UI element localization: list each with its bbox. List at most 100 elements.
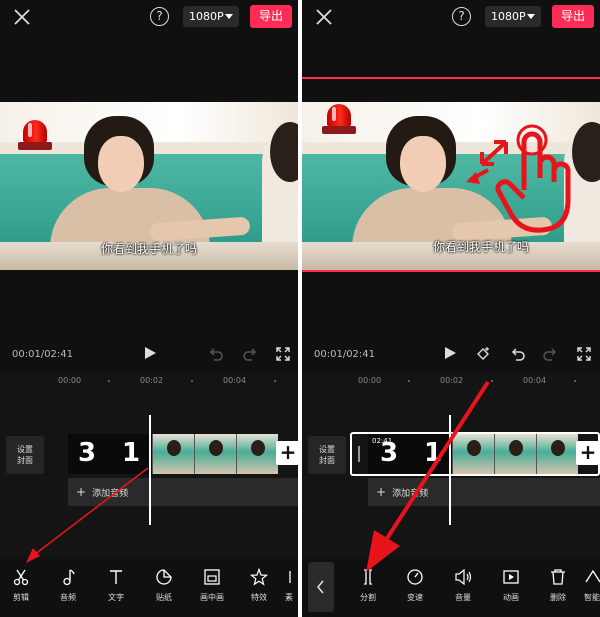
- back-button[interactable]: [308, 562, 334, 612]
- resolution-value: 1080P: [491, 10, 526, 23]
- tool-label: 音量: [455, 593, 471, 602]
- video-preview[interactable]: 你看到我手机了吗: [302, 102, 600, 270]
- speed-icon: [407, 569, 423, 585]
- add-audio-button[interactable]: + 添加音频: [68, 478, 298, 506]
- add-audio-button[interactable]: + 添加音频: [368, 478, 600, 506]
- ruler-tick-0: 00:00: [358, 376, 382, 385]
- tool-smart[interactable]: 智能: [584, 568, 600, 603]
- chevron-left-icon: [316, 580, 324, 594]
- set-cover-button[interactable]: 设置 封面: [6, 436, 44, 474]
- add-clip-button[interactable]: +: [276, 441, 298, 465]
- ruler-dot: [408, 380, 410, 382]
- top-bar: ? 1080P 导出: [0, 0, 298, 34]
- tool-effects[interactable]: 特效: [241, 568, 277, 603]
- selection-border-top: [302, 77, 600, 79]
- clip-duration: 02:41: [372, 437, 393, 445]
- clip-thumbnail: [194, 434, 236, 474]
- tool-label: 贴纸: [156, 593, 172, 602]
- tool-label: 画中画: [200, 593, 224, 602]
- playhead[interactable]: [449, 415, 451, 525]
- tool-label: 变速: [407, 593, 423, 602]
- subtitle-text: 你看到我手机了吗: [432, 240, 529, 254]
- delete-icon: [551, 569, 565, 585]
- cover-label-line1: 设置: [17, 445, 33, 454]
- clip-thumbnail: [152, 434, 194, 474]
- tool-animation[interactable]: 动画: [493, 568, 529, 603]
- playhead[interactable]: [149, 415, 151, 525]
- top-bar: ? 1080P 导出: [302, 0, 600, 34]
- fullscreen-icon[interactable]: [576, 346, 592, 362]
- set-cover-button[interactable]: 设置 封面: [308, 436, 346, 474]
- tool-material[interactable]: 素: [280, 568, 298, 603]
- editor-panel-right: ? 1080P 导出 你看到我手机了吗 00:01/02:41 00:00 00…: [302, 0, 600, 617]
- close-icon[interactable]: [314, 7, 334, 27]
- picture-in-picture-icon: [204, 569, 220, 585]
- tool-label: 素: [285, 593, 293, 602]
- tool-delete[interactable]: 删除: [540, 568, 576, 603]
- tool-sticker[interactable]: 贴纸: [146, 568, 182, 603]
- tool-audio[interactable]: 音频: [50, 568, 86, 603]
- redo-icon[interactable]: [242, 346, 258, 362]
- undo-icon[interactable]: [208, 346, 224, 362]
- tool-label: 智能: [584, 593, 600, 602]
- cover-label-line2: 封面: [17, 456, 33, 465]
- resolution-select[interactable]: 1080P: [183, 6, 239, 27]
- tool-label: 特效: [251, 593, 267, 602]
- help-icon[interactable]: ?: [452, 7, 471, 26]
- ruler-dot: [108, 380, 110, 382]
- resolution-value: 1080P: [189, 10, 224, 23]
- resolution-select[interactable]: 1080P: [485, 6, 541, 27]
- ruler-tick-2: 00:04: [523, 376, 547, 385]
- ruler-tick-2: 00:04: [223, 376, 247, 385]
- scene-girl-face: [98, 136, 144, 192]
- trim-handle[interactable]: [358, 446, 360, 462]
- animation-icon: [503, 570, 519, 584]
- help-icon[interactable]: ?: [150, 7, 169, 26]
- video-clip-track[interactable]: 3 1: [68, 434, 298, 474]
- tool-edit[interactable]: 剪辑: [3, 568, 39, 603]
- text-icon: [110, 570, 122, 584]
- play-icon[interactable]: [145, 347, 156, 359]
- split-icon: [364, 569, 372, 585]
- tool-speed[interactable]: 变速: [397, 568, 433, 603]
- material-icon: [289, 571, 291, 583]
- video-preview[interactable]: 你看到我手机了吗: [0, 102, 298, 270]
- fullscreen-icon[interactable]: [275, 346, 291, 362]
- add-audio-label: 添加音频: [92, 489, 129, 499]
- add-clip-button[interactable]: +: [576, 441, 600, 465]
- intro-clip[interactable]: 3 1: [68, 434, 152, 474]
- volume-icon: [455, 568, 472, 586]
- caret-down-icon: [225, 14, 233, 19]
- undo-icon[interactable]: [510, 346, 526, 362]
- close-icon[interactable]: [12, 7, 32, 27]
- export-button[interactable]: 导出: [250, 5, 292, 28]
- tool-split[interactable]: 分割: [350, 568, 386, 603]
- playback-time: 00:01/02:41: [12, 349, 74, 360]
- clip-thumbnail: [236, 434, 278, 474]
- music-note-icon: [63, 569, 75, 586]
- ruler-tick-1: 00:02: [440, 376, 464, 385]
- tool-pip[interactable]: 画中画: [194, 568, 230, 603]
- ruler-tick-1: 00:02: [140, 376, 164, 385]
- playback-time: 00:01/02:41: [314, 349, 376, 360]
- export-button[interactable]: 导出: [552, 5, 594, 28]
- tool-volume[interactable]: 音量: [445, 568, 481, 603]
- tool-label: 删除: [550, 593, 566, 602]
- play-icon[interactable]: [445, 347, 456, 359]
- tool-label: 文字: [108, 593, 124, 602]
- tool-text[interactable]: 文字: [98, 568, 134, 603]
- intro-digit-1: 1: [122, 438, 141, 468]
- plus-icon: +: [76, 485, 87, 499]
- cover-label-line1: 设置: [319, 445, 335, 454]
- ruler-dot: [491, 380, 493, 382]
- smart-icon: [585, 569, 600, 583]
- ruler-dot: [191, 380, 193, 382]
- tool-label: 分割: [360, 593, 376, 602]
- selection-border-bottom: [302, 270, 600, 272]
- redo-icon[interactable]: [542, 346, 558, 362]
- caret-down-icon: [527, 14, 535, 19]
- ruler-tick-0: 00:00: [58, 376, 82, 385]
- pinch-gesture-icon: [466, 124, 571, 233]
- scissors-icon: [13, 569, 29, 586]
- keyframe-add-icon[interactable]: [475, 346, 491, 362]
